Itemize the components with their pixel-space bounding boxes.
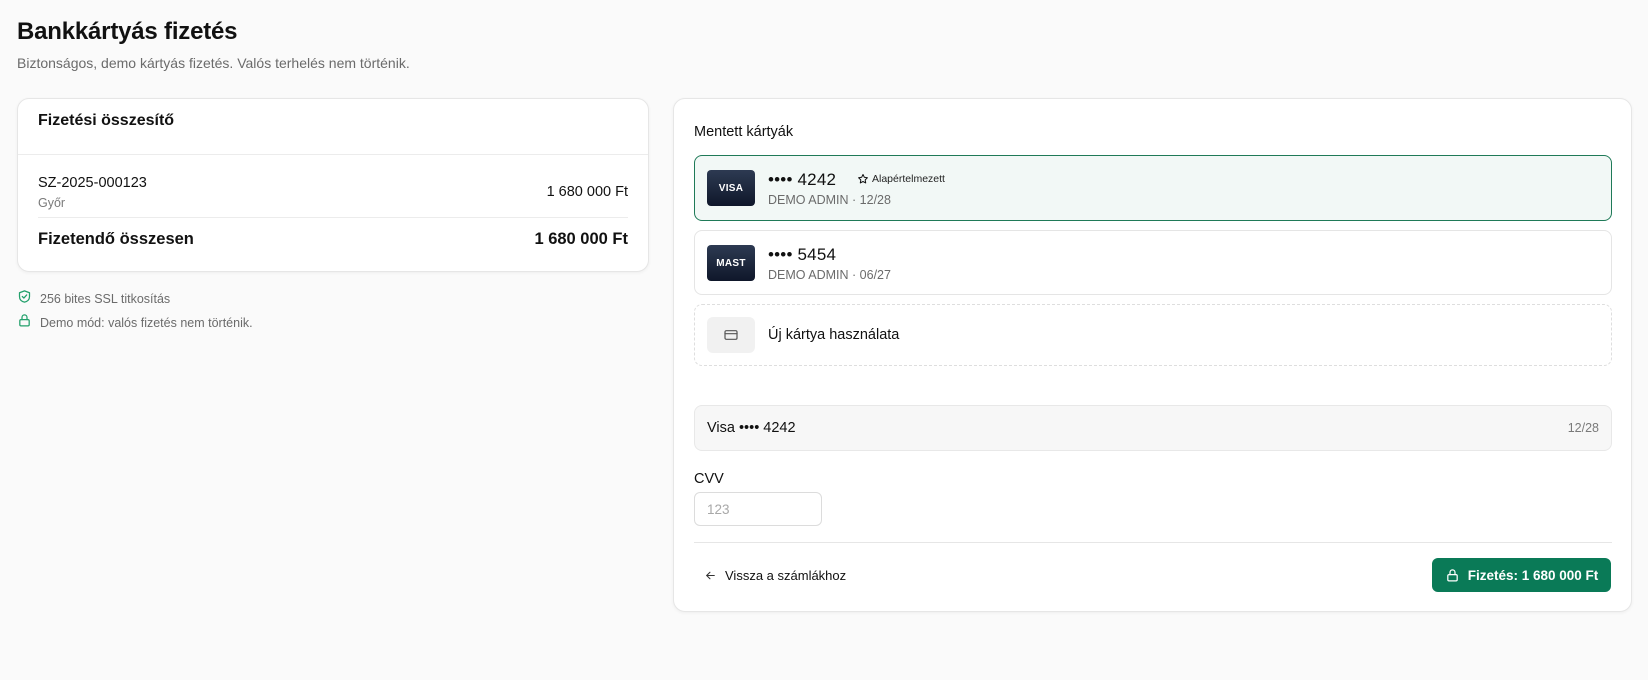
payment-summary-card: Fizetési összesítő SZ-2025-000123 Győr 1… (17, 98, 649, 272)
default-badge: Alapértelmezett (857, 173, 945, 185)
card-number: •••• 5454 (768, 245, 837, 264)
visa-brand-icon: VISA (707, 170, 755, 206)
arrow-left-icon (706, 571, 715, 579)
checkout-page: Bankkártyás fizetés Biztonságos, demo ká… (0, 0, 1648, 680)
pay-button-label: Fizetés: 1 680 000 Ft (1467, 567, 1599, 583)
mastercard-brand-icon: MAST (707, 245, 755, 281)
new-card-option[interactable]: Új kártya használata (694, 304, 1612, 366)
selected-card-display: Visa •••• 4242 12/28 (694, 405, 1612, 451)
selected-card-expiry: 12/28 (1567, 421, 1599, 435)
demo-note: Demo mód: valós fizetés nem történik. (17, 311, 253, 335)
invoice-id: SZ-2025-000123 (38, 175, 147, 191)
total-row: Fizetendő összesen 1 680 000 Ft (38, 221, 628, 261)
lock-icon (17, 313, 32, 333)
security-notes: 256 bites SSL titkosítás Demo mód: valós… (17, 287, 253, 335)
back-to-invoices-button[interactable]: Vissza a számlákhoz (694, 558, 856, 592)
card-holder: DEMO ADMIN · 12/28 (768, 193, 891, 207)
summary-header: Fizetési összesítő (18, 99, 648, 155)
divider (694, 542, 1612, 543)
invoice-city: Győr (38, 196, 66, 210)
total-amount: 1 680 000 Ft (534, 230, 628, 248)
back-button-label: Vissza a számlákhoz (725, 567, 847, 583)
saved-cards-label: Mentett kártyák (694, 124, 794, 140)
credit-card-icon (707, 317, 755, 353)
total-label: Fizetendő összesen (38, 230, 194, 248)
default-badge-label: Alapértelmezett (872, 173, 945, 185)
cvv-input[interactable] (694, 492, 822, 526)
invoice-amount: 1 680 000 Ft (546, 184, 628, 200)
page-title: Bankkártyás fizetés (17, 18, 238, 45)
pay-button[interactable]: Fizetés: 1 680 000 Ft (1432, 558, 1611, 592)
cvv-label: CVV (694, 471, 724, 487)
card-holder: DEMO ADMIN · 06/27 (768, 268, 891, 282)
saved-card-mastercard[interactable]: MAST •••• 5454 DEMO ADMIN · 06/27 (694, 230, 1612, 295)
saved-card-visa[interactable]: VISA •••• 4242 Alapértelmezett DEMO ADMI… (694, 155, 1612, 221)
selected-card-label: Visa •••• 4242 (707, 420, 796, 436)
page-subtitle: Biztonságos, demo kártyás fizetés. Valós… (17, 55, 410, 71)
demo-note-text: Demo mód: valós fizetés nem történik. (40, 316, 253, 330)
payment-card: Mentett kártyák VISA •••• 4242 Alapértel… (673, 98, 1632, 612)
lock-icon (1446, 568, 1458, 581)
invoice-row: SZ-2025-000123 Győr 1 680 000 Ft (38, 170, 628, 218)
card-number: •••• 4242 (768, 170, 837, 189)
star-icon (858, 174, 868, 184)
ssl-note-text: 256 bites SSL titkosítás (40, 292, 171, 306)
summary-title: Fizetési összesítő (38, 112, 175, 129)
ssl-note: 256 bites SSL titkosítás (17, 287, 253, 311)
shield-check-icon (17, 289, 32, 309)
new-card-label: Új kártya használata (768, 327, 900, 343)
